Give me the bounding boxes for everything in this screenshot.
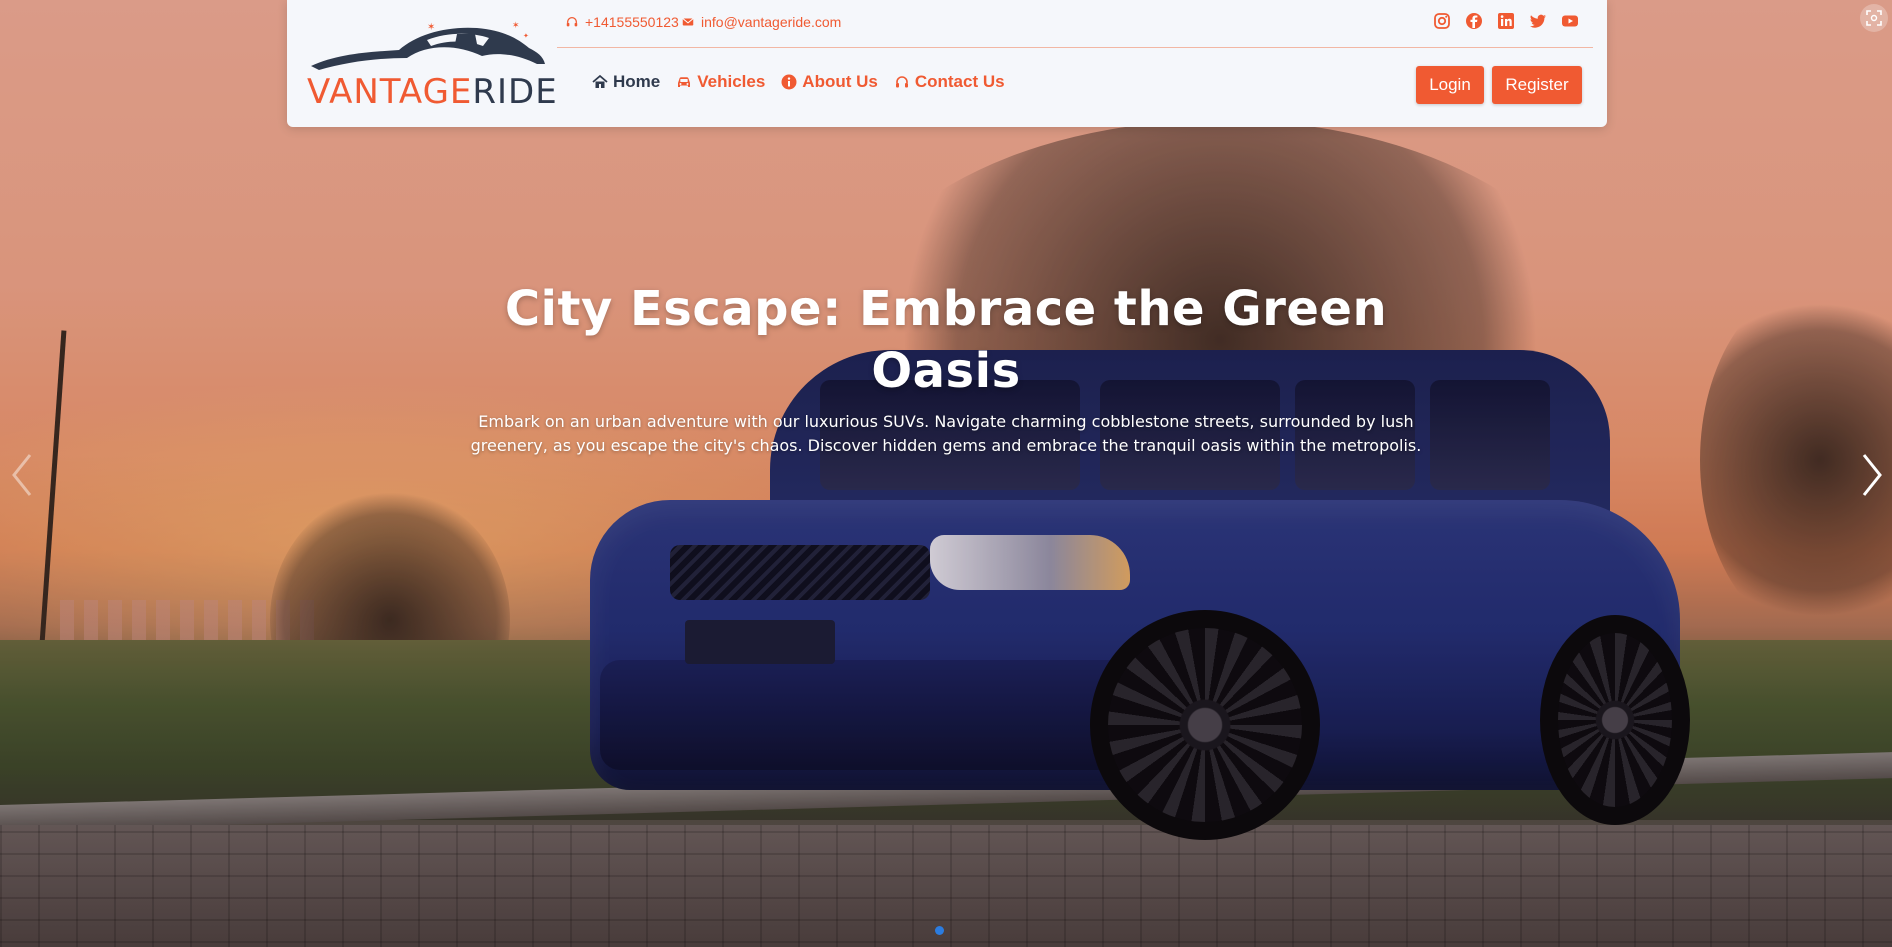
twitter-icon: [1530, 14, 1546, 28]
carousel-prev-button[interactable]: [2, 445, 42, 505]
slide-title: City Escape: Embrace the Green Oasis: [504, 281, 1388, 399]
nav-about-label: About Us: [802, 72, 878, 91]
linkedin-link[interactable]: [1497, 12, 1515, 30]
login-button[interactable]: Login: [1416, 66, 1484, 104]
mail-icon: [682, 18, 694, 26]
info-icon: [781, 74, 797, 90]
slide-description: Embark on an urban adventure with our lu…: [470, 412, 1422, 455]
email-text: info@vantageride.com: [701, 14, 842, 30]
chevron-left-icon: [12, 454, 32, 496]
car-icon: [678, 77, 691, 87]
carousel-next-button[interactable]: [1852, 445, 1892, 505]
screenshot-icon[interactable]: [1860, 4, 1888, 32]
nav-contact-label: Contact Us: [914, 72, 1005, 91]
car-logo-icon: ✶ ✶ ✦: [311, 20, 545, 71]
svg-text:✦: ✦: [523, 32, 529, 40]
slide-caption: City Escape: Embrace the Green Oasis Emb…: [446, 278, 1446, 458]
logo-text-ride: RIDE: [472, 72, 558, 112]
headset-icon: [895, 76, 908, 88]
instagram-icon: [1434, 13, 1450, 29]
hero-carousel: [0, 0, 1892, 947]
svg-text:✶: ✶: [512, 20, 520, 30]
youtube-icon: [1562, 15, 1578, 27]
register-button[interactable]: Register: [1492, 66, 1582, 104]
carousel-indicator[interactable]: [935, 926, 944, 935]
facebook-link[interactable]: [1465, 12, 1483, 30]
svg-text:✶: ✶: [427, 22, 435, 33]
facebook-icon: [1466, 13, 1482, 29]
nav-about[interactable]: About Us: [781, 72, 878, 92]
carousel-indicators: [935, 926, 944, 935]
email-link[interactable]: info@vantageride.com: [681, 14, 841, 30]
twitter-link[interactable]: [1529, 12, 1547, 30]
logo[interactable]: ✶ ✶ ✦ VANTAGERIDE: [307, 14, 557, 114]
main-nav: Home Vehicles About Us Contact Us: [592, 72, 1005, 92]
instagram-link[interactable]: [1433, 12, 1451, 30]
logo-text-vantage: VANTAGE: [307, 72, 473, 112]
top-bar: +14155550123 info@vantageride.com: [557, 0, 1593, 48]
chevron-right-icon: [1862, 454, 1882, 496]
social-links: [1433, 12, 1579, 30]
linkedin-icon: [1498, 13, 1514, 29]
scan-icon: [1866, 10, 1882, 26]
nav-vehicles-label: Vehicles: [697, 72, 766, 91]
nav-vehicles[interactable]: Vehicles: [676, 72, 765, 92]
home-icon: [592, 74, 608, 88]
nav-home[interactable]: Home: [592, 72, 660, 92]
site-header: ✶ ✶ ✦ VANTAGERIDE +14155550123 info@vant…: [287, 0, 1607, 127]
phone-text: +14155550123: [585, 14, 679, 30]
youtube-link[interactable]: [1561, 12, 1579, 30]
nav-home-label: Home: [613, 72, 661, 91]
phone-link[interactable]: +14155550123: [565, 14, 679, 30]
headset-icon: [566, 16, 578, 27]
nav-contact[interactable]: Contact Us: [894, 72, 1005, 92]
